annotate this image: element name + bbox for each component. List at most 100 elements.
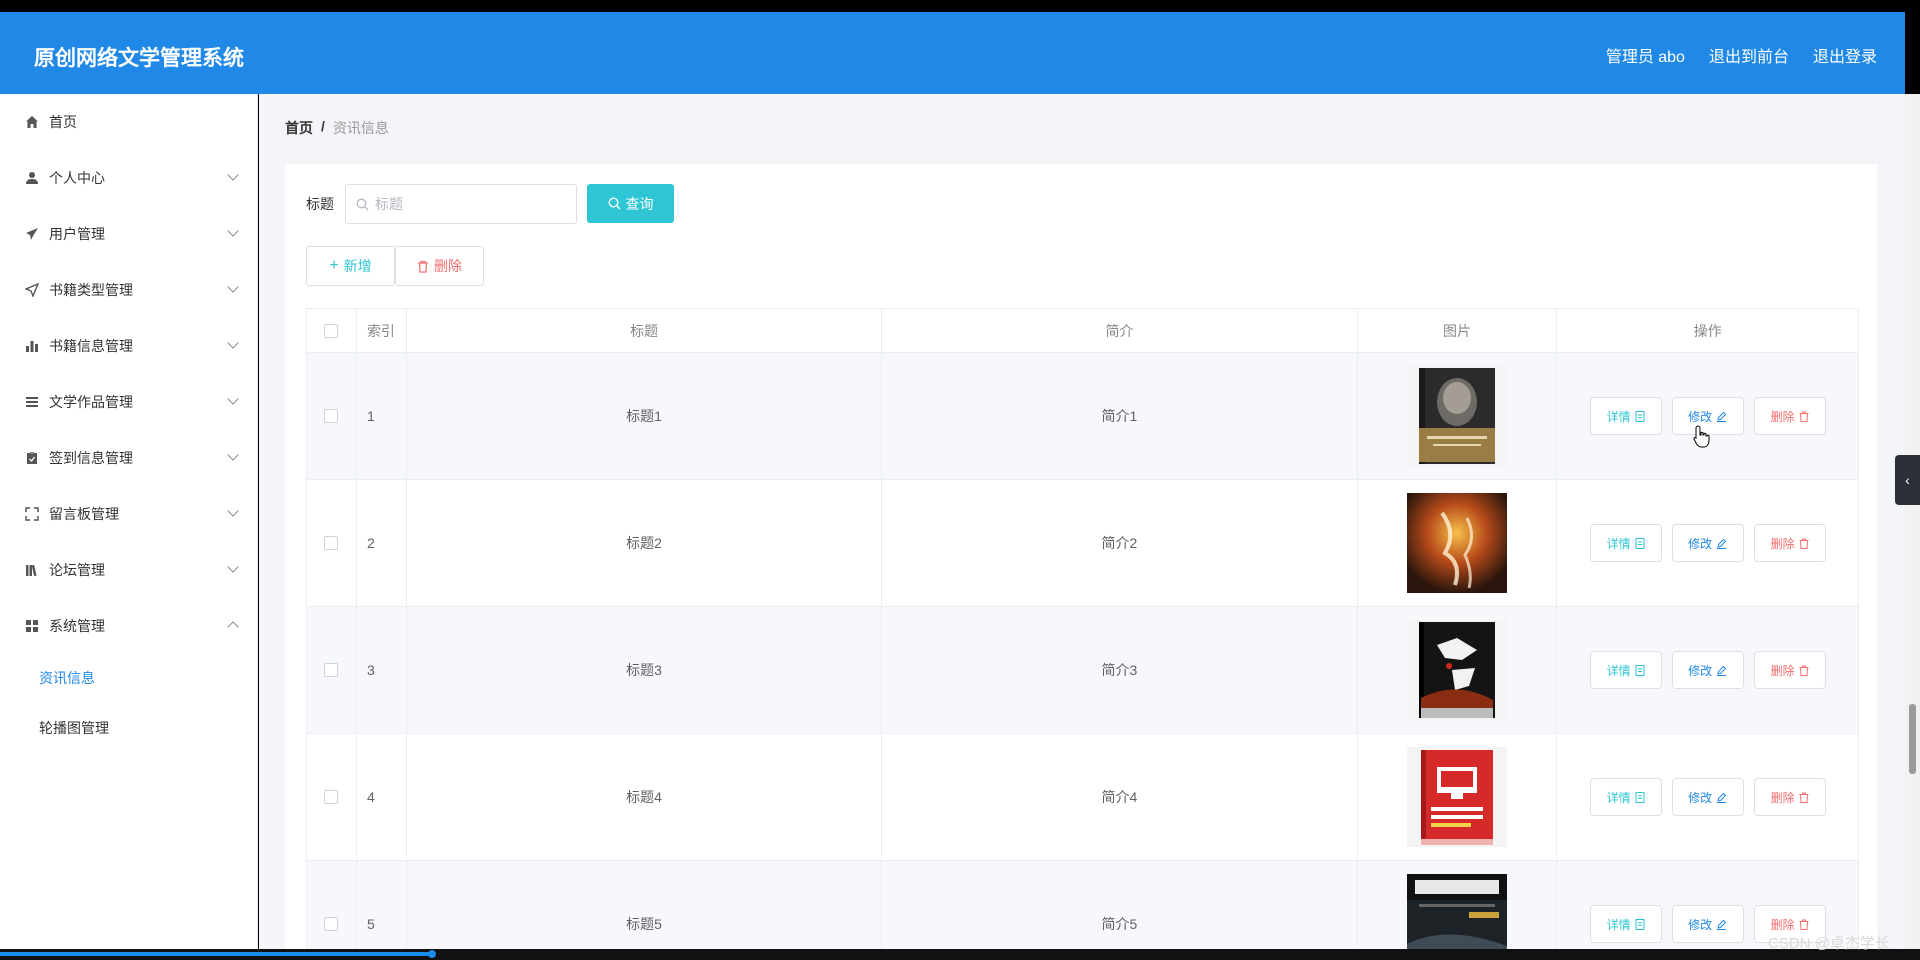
edit-button[interactable]: 修改 (1671, 651, 1744, 689)
row-image-cell (1358, 353, 1558, 479)
row-intro: 简介3 (882, 607, 1358, 733)
sidebar-item-label: 文学作品管理 (49, 394, 133, 410)
book-cover-image[interactable] (1407, 620, 1507, 720)
sidebar-item-book-info[interactable]: 书籍信息管理 (0, 326, 258, 366)
row-checkbox[interactable] (324, 409, 339, 423)
user-icon (24, 170, 40, 186)
exit-to-front-link[interactable]: 退出到前台 (1709, 43, 1789, 67)
sidebar-item-messages[interactable]: 留言板管理 (0, 494, 258, 534)
detail-button[interactable]: 详情 (1589, 651, 1662, 689)
header-intro: 简介 (882, 309, 1358, 352)
bar-chart-icon (24, 338, 40, 354)
bulk-delete-button[interactable]: 删除 (395, 246, 484, 286)
sidebar-item-label: 首页 (49, 114, 77, 130)
sidebar-item-works[interactable]: 文学作品管理 (0, 382, 258, 422)
delete-button[interactable]: 删除 (1753, 778, 1826, 816)
data-table: 索引 标题 简介 图片 操作 1 标题1 简介1 详情 修改 删除 2 标题2 … (306, 308, 1859, 960)
edit-icon (1717, 919, 1727, 930)
detail-button[interactable]: 详情 (1589, 778, 1662, 816)
chevron-down-icon (227, 505, 239, 517)
book-cover-image[interactable] (1407, 493, 1507, 593)
trash-icon (1799, 665, 1809, 676)
chevron-down-icon (227, 281, 239, 293)
row-checkbox[interactable] (324, 663, 339, 677)
mouse-pointer-icon (1693, 425, 1710, 448)
row-ops: 详情 修改 删除 (1557, 607, 1858, 733)
header-image: 图片 (1358, 309, 1558, 352)
header-bar: 原创网络文学管理系统 管理员 abo 退出到前台 退出登录 (0, 12, 1905, 94)
search-input[interactable] (375, 196, 565, 212)
row-intro: 简介5 (882, 861, 1358, 960)
sidebar-item-system[interactable]: 系统管理 (0, 606, 258, 646)
delete-button[interactable]: 删除 (1753, 397, 1826, 435)
sidebar-item-checkin[interactable]: 签到信息管理 (0, 438, 258, 478)
content-card: 标题 查询 + 新增 删除 索引 标题 简介 图片 操作 (285, 164, 1877, 960)
main-content: 首页 / 资讯信息 标题 查询 + 新增 删除 索引 标题 简介 图 (259, 94, 1905, 960)
sidebar-item-label: 书籍信息管理 (49, 338, 133, 354)
delete-label: 删除 (1770, 536, 1795, 551)
sidebar-item-label: 论坛管理 (49, 562, 105, 578)
edit-button[interactable]: 修改 (1671, 778, 1744, 816)
row-ops: 详情 修改 删除 (1557, 480, 1858, 606)
search-icon (607, 197, 620, 210)
sidebar-subitem-news[interactable]: 资讯信息 (0, 659, 258, 697)
admin-label[interactable]: 管理员 abo (1606, 43, 1685, 67)
row-intro: 简介1 (882, 353, 1358, 479)
plus-icon: + (329, 257, 339, 274)
row-checkbox-cell (307, 353, 357, 479)
document-icon (1635, 410, 1645, 422)
row-checkbox-cell (307, 734, 357, 860)
delete-button[interactable]: 删除 (1753, 524, 1826, 562)
search-field[interactable] (345, 184, 577, 224)
video-progress-bar[interactable] (0, 949, 1920, 960)
document-icon (1635, 918, 1645, 930)
edit-label: 修改 (1688, 917, 1713, 932)
trash-icon (1799, 792, 1809, 803)
trash-icon (1799, 538, 1809, 549)
scrollbar-thumb[interactable] (1909, 704, 1916, 774)
page-scrollbar[interactable] (1905, 94, 1920, 949)
table-row: 4 标题4 简介4 详情 修改 删除 (307, 734, 1858, 861)
edit-icon (1717, 665, 1727, 676)
detail-button[interactable]: 详情 (1589, 397, 1662, 435)
select-all-checkbox[interactable] (324, 323, 339, 338)
detail-label: 详情 (1606, 917, 1631, 932)
document-icon (1635, 791, 1645, 803)
chevron-down-icon (227, 169, 239, 181)
detail-button[interactable]: 详情 (1589, 905, 1662, 943)
collapse-panel-button[interactable]: ‹ (1895, 455, 1920, 505)
detail-label: 详情 (1606, 790, 1631, 805)
sidebar-item-label: 个人中心 (49, 170, 105, 186)
logout-link[interactable]: 退出登录 (1813, 43, 1877, 67)
sidebar-subitem-carousel[interactable]: 轮播图管理 (0, 709, 258, 747)
library-icon (24, 562, 40, 578)
edit-icon (1717, 411, 1727, 422)
row-index: 2 (357, 480, 407, 606)
add-button[interactable]: + 新增 (306, 246, 395, 286)
breadcrumb-home[interactable]: 首页 (285, 118, 313, 138)
chevron-up-icon (227, 621, 239, 633)
delete-button[interactable]: 删除 (1753, 651, 1826, 689)
sidebar-item-book-types[interactable]: 书籍类型管理 (0, 270, 258, 310)
edit-button[interactable]: 修改 (1671, 905, 1744, 943)
row-index: 1 (357, 353, 407, 479)
book-cover-image[interactable] (1407, 366, 1507, 466)
book-cover-image[interactable] (1407, 747, 1507, 847)
header-actions: 管理员 abo 退出到前台 退出登录 (1606, 43, 1877, 67)
row-checkbox[interactable] (324, 917, 339, 931)
sidebar-item-users[interactable]: 用户管理 (0, 214, 258, 254)
sidebar-item-personal[interactable]: 个人中心 (0, 158, 258, 198)
detail-button[interactable]: 详情 (1589, 524, 1662, 562)
edit-button[interactable]: 修改 (1671, 524, 1744, 562)
sidebar-item-forum[interactable]: 论坛管理 (0, 550, 258, 590)
row-checkbox[interactable] (324, 790, 339, 804)
screen-top-edge (0, 0, 1920, 12)
sidebar-item-home[interactable]: 首页 (0, 102, 258, 142)
book-cover-image[interactable] (1407, 874, 1507, 960)
query-button[interactable]: 查询 (587, 184, 674, 223)
fullscreen-icon (24, 506, 40, 522)
row-checkbox[interactable] (324, 536, 339, 550)
progress-handle[interactable] (428, 950, 436, 958)
edit-label: 修改 (1688, 409, 1713, 424)
send-icon (24, 226, 40, 242)
